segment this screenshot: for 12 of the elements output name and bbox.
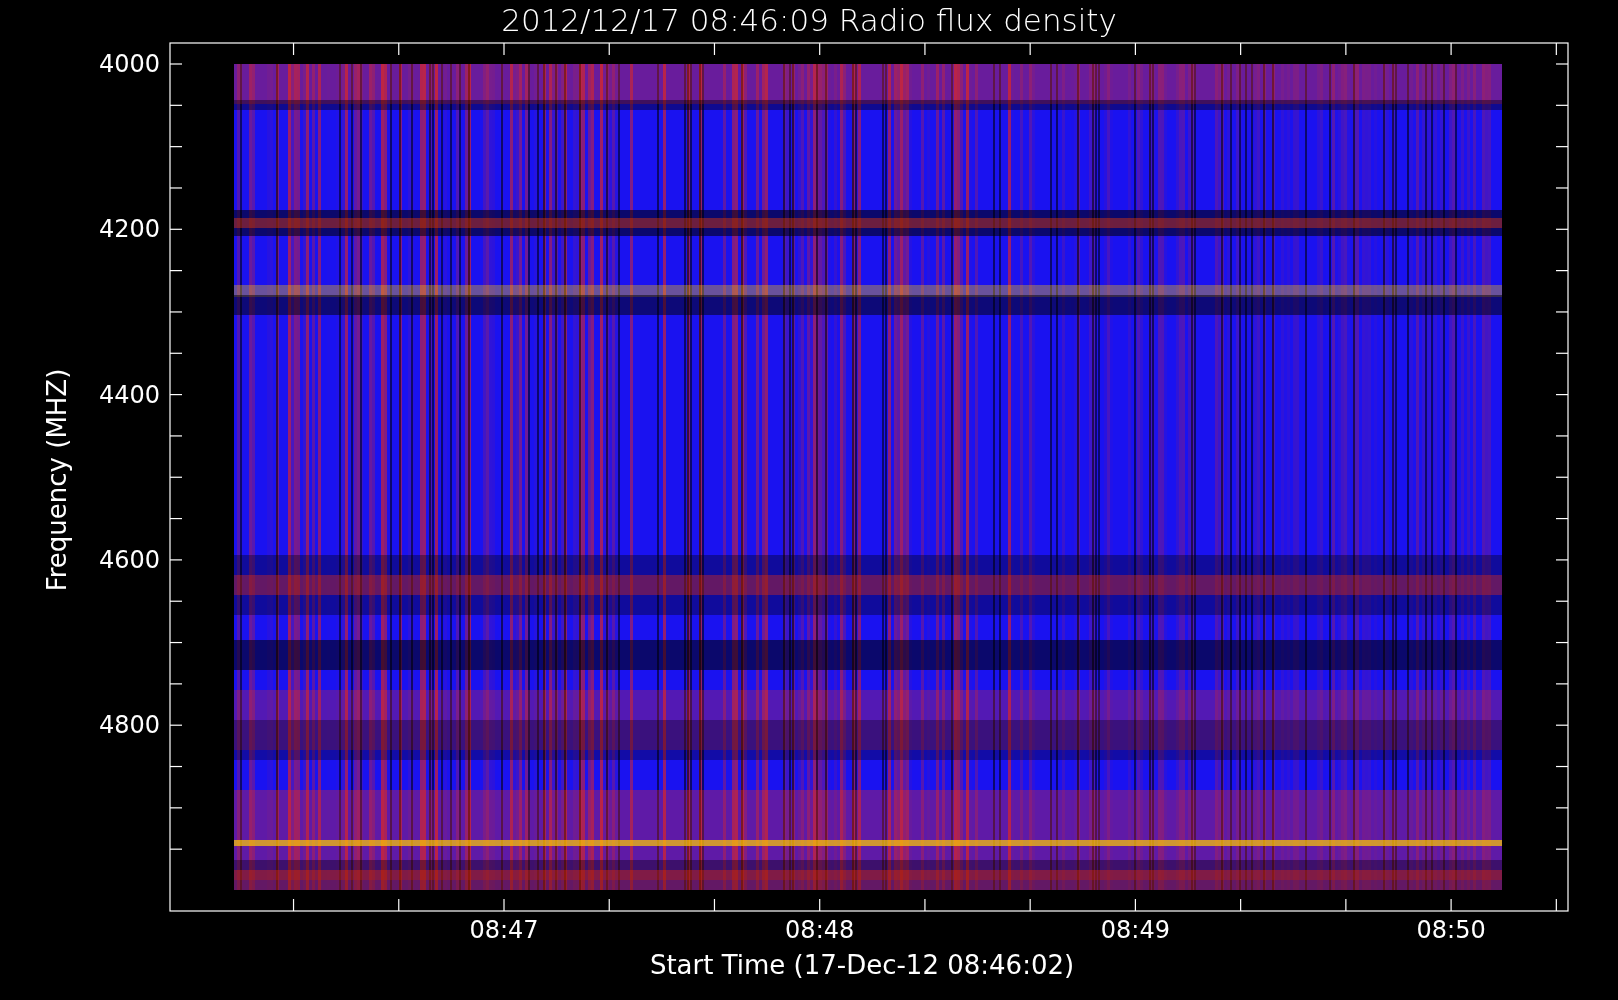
x-tick-label: 08:49 [1100,916,1170,944]
y-tick-label: 4000 [98,50,160,78]
chart-title: 2012/12/17 08:46:09 Radio flux density [500,2,1118,38]
x-tick-label: 08:50 [1416,916,1486,944]
x-axis-label: Start Time (17-Dec-12 08:46:02) [649,950,1075,980]
y-tick-label: 4600 [98,545,160,574]
y-tick-label: 4800 [98,711,160,740]
y-axis-label: Frequency (MHZ) [42,368,72,592]
x-tick-label: 08:48 [785,916,855,944]
y-tick-label: 4200 [98,215,160,244]
x-tick-label: 08:47 [469,916,539,944]
y-tick-label: 4400 [98,380,160,409]
